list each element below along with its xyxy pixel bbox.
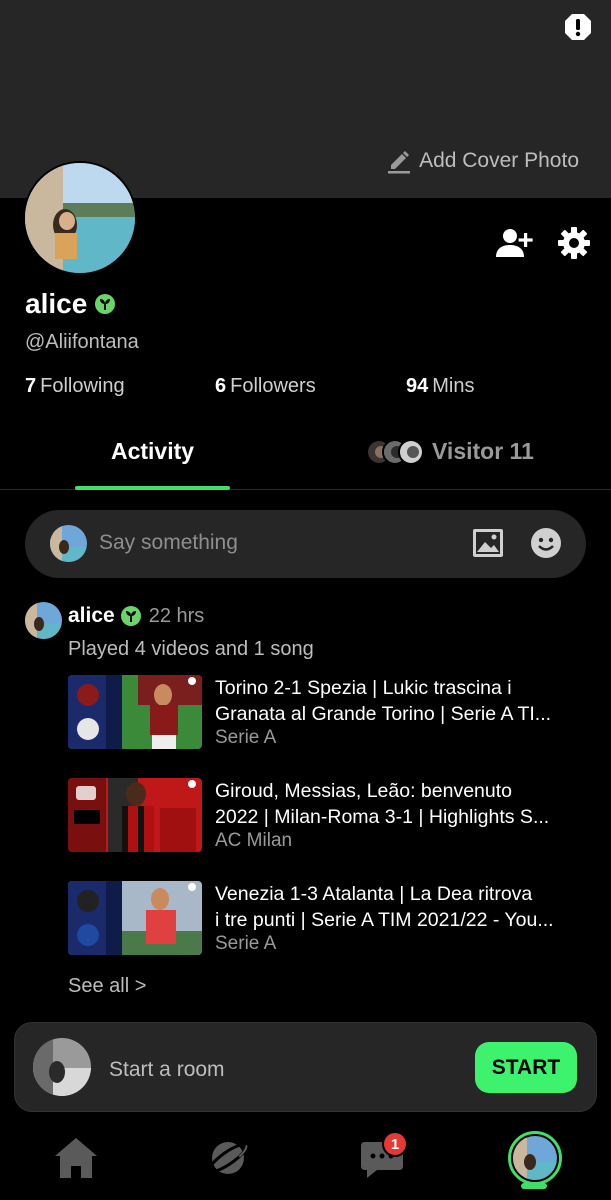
bottom-navigation: 1 xyxy=(0,1120,611,1200)
home-icon xyxy=(55,1138,97,1178)
video-title-line: i tre punti | Serie A TIM 2021/22 - You.… xyxy=(215,909,554,931)
video-title: Venezia 1-3 Atalanta | La Dea ritrova i … xyxy=(215,881,587,933)
followers-stat[interactable]: 6 Followers xyxy=(215,375,316,398)
profile-nav-avatar xyxy=(508,1131,562,1185)
video-item[interactable]: Giroud, Messias, Leão: benvenuto 2022 | … xyxy=(68,778,586,854)
video-title: Torino 2-1 Spezia | Lukic trascina i Gra… xyxy=(215,675,587,727)
video-channel: Serie A xyxy=(215,933,277,954)
post-author-name[interactable]: alice xyxy=(68,604,115,628)
video-title-line: Venezia 1-3 Atalanta | La Dea ritrova xyxy=(215,883,533,905)
add-cover-photo-button[interactable]: Add Cover Photo xyxy=(387,148,579,174)
composer-avatar xyxy=(50,525,87,562)
following-stat[interactable]: 7 Following xyxy=(25,375,125,398)
settings-gear-icon[interactable] xyxy=(557,226,591,265)
following-count: 7 xyxy=(25,375,37,397)
nav-profile[interactable] xyxy=(505,1128,565,1188)
nav-explore[interactable] xyxy=(198,1128,258,1188)
visitor-avatar xyxy=(398,438,424,465)
add-friend-icon[interactable] xyxy=(495,227,535,264)
nav-home[interactable] xyxy=(46,1128,106,1188)
profile-handle: @Aliifontana xyxy=(25,331,139,353)
nav-messages[interactable]: 1 xyxy=(352,1128,412,1188)
verified-sprout-icon xyxy=(95,294,116,314)
following-label: Following xyxy=(40,375,125,397)
video-title-line: Granata al Grande Torino | Serie A TI... xyxy=(215,703,552,725)
profile-tabs: Activity Visitor 11 xyxy=(0,430,611,490)
video-title-line: 2022 | Milan-Roma 3-1 | Highlights S... xyxy=(215,806,550,828)
pencil-icon xyxy=(388,151,411,174)
start-button[interactable]: START xyxy=(475,1042,577,1093)
composer-placeholder: Say something xyxy=(99,531,238,554)
visitor-label: Visitor 11 xyxy=(432,438,534,464)
add-cover-photo-label: Add Cover Photo xyxy=(419,149,579,172)
video-title: Giroud, Messias, Leão: benvenuto 2022 | … xyxy=(215,778,587,830)
planet-icon xyxy=(208,1142,248,1174)
video-item[interactable]: Torino 2-1 Spezia | Lukic trascina i Gra… xyxy=(68,675,586,751)
video-thumbnail xyxy=(68,881,202,955)
video-thumbnail xyxy=(68,675,202,749)
profile-avatar[interactable] xyxy=(23,161,137,275)
room-avatar xyxy=(33,1038,91,1096)
messages-badge: 1 xyxy=(382,1131,408,1157)
emoji-icon[interactable] xyxy=(530,527,562,564)
video-title-line: Giroud, Messias, Leão: benvenuto xyxy=(215,780,513,802)
composer[interactable]: Say something xyxy=(25,510,586,578)
video-item[interactable]: Venezia 1-3 Atalanta | La Dea ritrova i … xyxy=(68,881,586,957)
tab-activity[interactable]: Activity xyxy=(75,438,230,465)
video-channel: Serie A xyxy=(215,727,277,748)
see-all-link[interactable]: See all > xyxy=(68,975,146,998)
visitor-avatars xyxy=(366,438,424,465)
minutes-stat[interactable]: 94 Mins xyxy=(406,375,474,398)
start-room-label: Start a room xyxy=(109,1058,225,1081)
video-title-line: Torino 2-1 Spezia | Lukic trascina i xyxy=(215,677,512,699)
report-icon[interactable] xyxy=(563,12,593,42)
tab-visitor[interactable]: Visitor 11 xyxy=(366,438,534,465)
followers-count: 6 xyxy=(215,375,227,397)
minutes-label: Mins xyxy=(432,375,475,397)
start-room-bar[interactable]: Start a room START xyxy=(14,1022,597,1112)
profile-name: alice xyxy=(25,288,88,319)
verified-sprout-icon xyxy=(120,606,141,626)
post-author-avatar[interactable] xyxy=(25,602,62,639)
tab-activity-indicator xyxy=(75,486,230,490)
followers-label: Followers xyxy=(230,375,316,397)
video-thumbnail xyxy=(68,778,202,852)
active-tab-indicator xyxy=(521,1183,547,1189)
minutes-count: 94 xyxy=(406,375,429,397)
image-icon[interactable] xyxy=(472,528,504,563)
post-timestamp: 22 hrs xyxy=(148,604,205,627)
post-summary: Played 4 videos and 1 song xyxy=(68,638,314,660)
video-channel: AC Milan xyxy=(215,830,293,851)
